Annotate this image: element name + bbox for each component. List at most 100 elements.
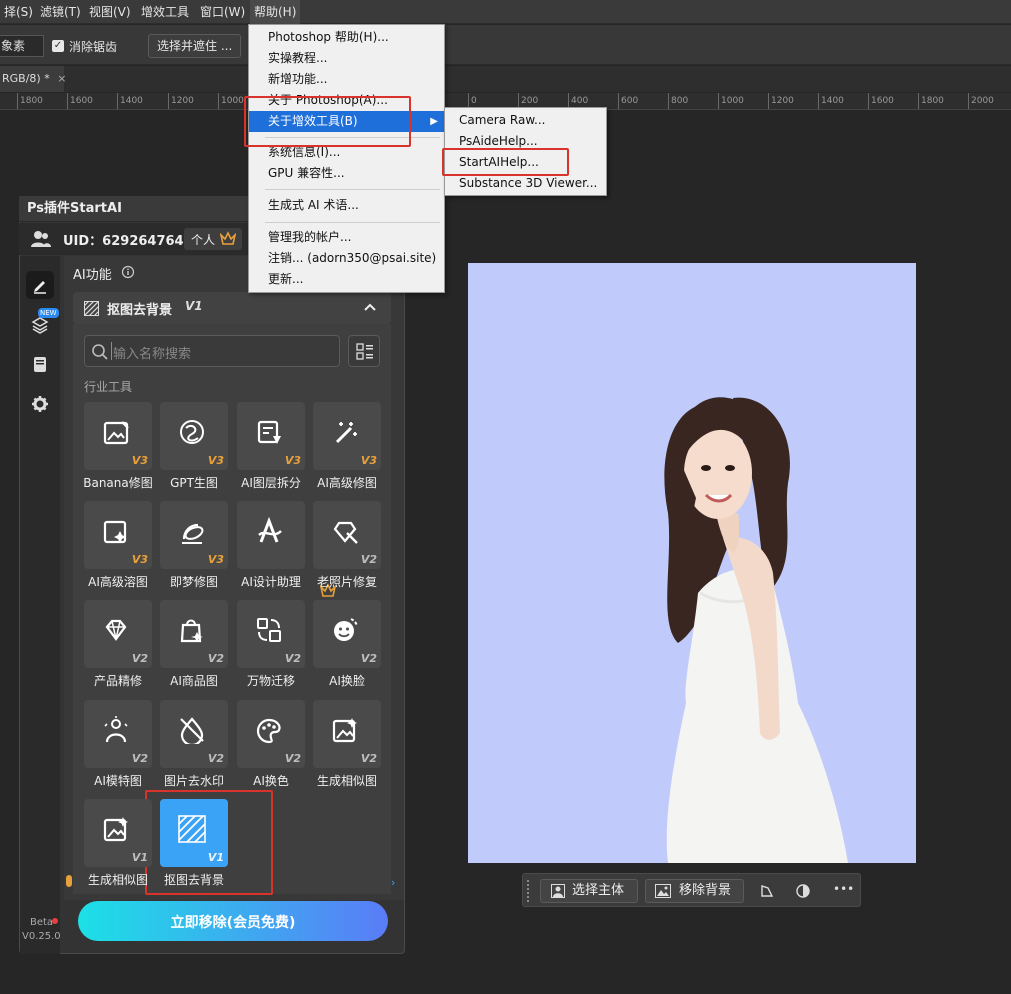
submenu-camera-raw[interactable]: Camera Raw...	[445, 110, 546, 131]
menu-item-new-features[interactable]: 新增功能...	[249, 69, 327, 90]
menu-item-sign-out[interactable]: 注销... (adorn350@psai.site)	[249, 248, 436, 269]
options-bar: 象素 ✓ 消除锯齿 选择并遮住 ...	[0, 25, 1011, 65]
menu-select[interactable]: 择(S)	[0, 0, 37, 24]
more-options-icon[interactable]: •••	[833, 882, 854, 896]
tool-label: 图片去水印	[163, 774, 224, 788]
menu-window[interactable]: 窗口(W)	[196, 0, 249, 24]
ruler-tick: 1000	[718, 93, 744, 109]
grid-view-button[interactable]	[348, 335, 380, 367]
hatch-icon	[178, 815, 206, 843]
tool-version-badge: V2	[360, 652, 377, 665]
antialias-checkbox[interactable]: ✓	[52, 40, 64, 52]
tool-tile[interactable]: V2	[160, 600, 228, 668]
menu-item-ps-help[interactable]: Photoshop 帮助(H)...	[249, 27, 389, 48]
tool-version-badge: V2	[360, 553, 377, 566]
tool-tile[interactable]: V2	[237, 700, 305, 768]
tool-tile[interactable]: V2	[84, 700, 152, 768]
menu-view[interactable]: 视图(V)	[85, 0, 135, 24]
gem-icon	[105, 619, 127, 641]
beta-label: Beta	[30, 917, 54, 928]
ruler-tick: 1800	[17, 93, 43, 109]
select-and-mask-button[interactable]: 选择并遮住 ...	[148, 34, 242, 58]
partial-indicator-left	[66, 875, 72, 887]
tool-tile[interactable]: V2	[160, 700, 228, 768]
sidebar-layers[interactable]: NEW	[26, 308, 59, 338]
submenu-substance-viewer[interactable]: Substance 3D Viewer...	[445, 173, 597, 194]
tool-tile[interactable]: V2	[237, 600, 305, 668]
canvas-document-image[interactable]	[468, 263, 916, 863]
tool-tile[interactable]: V3	[84, 501, 152, 569]
blend-sparkle-icon	[103, 520, 127, 544]
tool-tile[interactable]: V2	[313, 501, 381, 569]
text-cursor	[111, 342, 112, 360]
info-icon[interactable]	[121, 265, 135, 282]
menu-item-genai-terms[interactable]: 生成式 AI 术语...	[249, 195, 359, 216]
chevron-up-icon[interactable]	[363, 301, 377, 316]
menu-plugins[interactable]: 增效工具	[137, 0, 193, 24]
menu-item-gpu[interactable]: GPU 兼容性...	[249, 163, 345, 184]
ruler-tick: 1400	[818, 93, 844, 109]
portrait-photo	[664, 397, 848, 863]
tool-tile[interactable]: V2	[313, 700, 381, 768]
shopping-bag-icon	[180, 619, 203, 643]
tool-tile[interactable]: V3	[313, 402, 381, 470]
tool-tile[interactable]: V3	[160, 402, 228, 470]
ai-section-label: AI功能	[73, 268, 112, 283]
tool-label: AI图层拆分	[241, 476, 301, 490]
transform-icon[interactable]	[759, 883, 775, 902]
drag-handle[interactable]	[527, 880, 530, 902]
tool-version-badge: V2	[284, 652, 301, 665]
tool-tile[interactable]: V1	[84, 799, 152, 867]
uid-text: UID：629264764	[63, 234, 184, 249]
document-tab-bar	[0, 66, 1011, 92]
menu-item-manage-account[interactable]: 管理我的帐户...	[249, 227, 351, 248]
tool-label: 生成相似图	[87, 873, 148, 887]
select-subject-button[interactable]: 选择主体	[540, 879, 638, 903]
sidebar-edit[interactable]	[26, 271, 54, 299]
palette-icon	[256, 718, 281, 744]
tool-tile[interactable]: V2	[313, 600, 381, 668]
feather-field[interactable]: 象素	[0, 35, 44, 57]
tool-tile[interactable]: V2	[84, 600, 152, 668]
remove-background-label: 移除背景	[679, 883, 732, 898]
document-tab[interactable]: RGB/8) * ×	[0, 66, 66, 92]
menu-item-tutorials[interactable]: 实操教程...	[249, 48, 327, 69]
adjust-icon[interactable]	[795, 883, 811, 902]
sidebar-notes[interactable]	[26, 350, 54, 378]
tool-dropdown-header[interactable]: 抠图去背景 V1	[73, 292, 391, 324]
remove-background-button[interactable]: 移除背景	[645, 879, 744, 903]
tool-tile[interactable]: V3	[160, 501, 228, 569]
tool-tile[interactable]: V3	[237, 402, 305, 470]
search-icon	[91, 343, 109, 364]
dream-retouch-icon	[182, 523, 204, 544]
tool-tile[interactable]: V3	[84, 402, 152, 470]
beta-dot	[52, 918, 58, 924]
plan-label: 个人	[191, 233, 216, 247]
tool-version-badge: V3	[207, 454, 224, 467]
dropdown-title: 抠图去背景	[107, 303, 173, 318]
ruler-tick: 1200	[168, 93, 194, 109]
tool-tile[interactable]	[237, 501, 336, 597]
menu-separator	[265, 222, 440, 223]
tool-label: AI高级修图	[317, 476, 377, 490]
notebook-icon	[34, 357, 46, 372]
search-placeholder: 输入名称搜索	[113, 347, 192, 362]
hatch-icon	[83, 300, 100, 319]
menu-item-updates[interactable]: 更新...	[249, 269, 303, 290]
gear-icon	[32, 396, 48, 412]
similar-image-icon	[103, 817, 128, 842]
sidebar-settings[interactable]	[26, 390, 54, 418]
close-icon[interactable]: ×	[57, 72, 66, 85]
migrate-icon	[257, 618, 281, 642]
tool-tile[interactable]: V1	[160, 799, 228, 867]
remove-now-button[interactable]: 立即移除(会员免费)	[78, 901, 388, 941]
tool-label: AI设计助理	[241, 575, 301, 589]
menu-help[interactable]: 帮助(H)	[250, 0, 301, 24]
ruler-tick: 1600	[868, 93, 894, 109]
menu-filter[interactable]: 滤镜(T)	[36, 0, 85, 24]
tool-version-badge: V2	[360, 752, 377, 765]
plan-badge[interactable]: 个人	[184, 228, 242, 250]
search-input[interactable]: 输入名称搜索	[84, 335, 340, 367]
gpt-knot-icon	[180, 420, 204, 444]
tool-label: 产品精修	[93, 674, 142, 688]
